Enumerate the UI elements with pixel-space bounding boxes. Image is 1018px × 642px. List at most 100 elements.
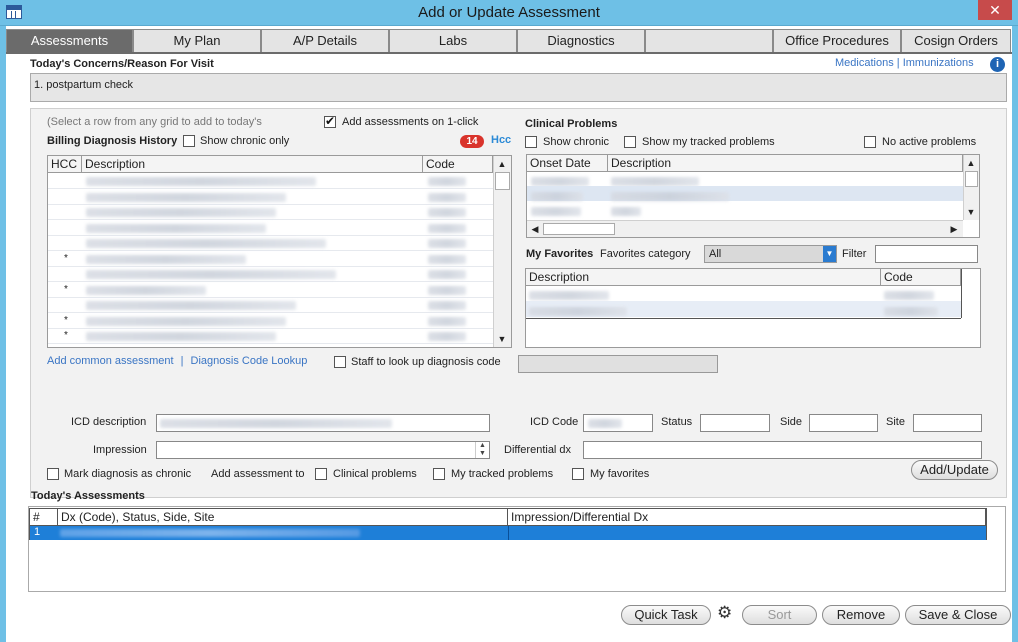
- close-button[interactable]: ✕: [978, 0, 1012, 20]
- impression-spinner-icon[interactable]: ▲ ▼: [475, 442, 489, 458]
- col-description[interactable]: Description: [82, 156, 423, 173]
- tab-ap-details[interactable]: A/P Details: [261, 29, 389, 53]
- immunizations-link[interactable]: Immunizations: [903, 57, 974, 69]
- fav-cell: [529, 307, 627, 316]
- table-row[interactable]: *: [48, 314, 493, 329]
- col-onset-date[interactable]: Onset Date: [527, 155, 608, 172]
- add-common-link[interactable]: Add common assessment: [47, 355, 174, 367]
- icd-desc-input[interactable]: [156, 414, 490, 432]
- side-input[interactable]: [809, 414, 878, 432]
- col-dx[interactable]: Dx (Code), Status, Side, Site: [58, 509, 508, 526]
- site-label: Site: [886, 416, 905, 428]
- col-num[interactable]: #: [30, 509, 58, 526]
- hcc-cell: *: [64, 252, 68, 264]
- status-label: Status: [661, 416, 693, 428]
- dx-lookup-link[interactable]: Diagnosis Code Lookup: [191, 355, 308, 367]
- hcc-link[interactable]: Hcc: [491, 134, 511, 146]
- table-row[interactable]: [48, 174, 493, 189]
- col-fav-description[interactable]: Description: [526, 269, 881, 286]
- side-label: Side: [780, 416, 803, 428]
- no-active-checkbox[interactable]: [864, 136, 876, 148]
- tab-my-plan[interactable]: My Plan: [133, 29, 261, 53]
- clinical-scroll-left-icon[interactable]: ◀: [528, 222, 542, 236]
- tab-assessments[interactable]: Assessments: [6, 29, 133, 53]
- table-row[interactable]: [48, 267, 493, 282]
- info-icon[interactable]: i: [990, 57, 1005, 72]
- show-chronic-checkbox[interactable]: [525, 136, 537, 148]
- favorites-category-select[interactable]: All ▼: [704, 245, 837, 263]
- remove-button[interactable]: Remove: [822, 605, 900, 625]
- mark-chronic-label: Mark diagnosis as chronic: [64, 468, 192, 480]
- tab-diagnostics[interactable]: Diagnostics: [517, 29, 645, 53]
- billing-scrollbar[interactable]: ▲ ▼: [493, 156, 511, 347]
- clinical-problems-checkbox[interactable]: [315, 468, 327, 480]
- scroll-down-icon[interactable]: ▼: [495, 332, 509, 346]
- table-row[interactable]: [48, 205, 493, 220]
- mark-chronic-checkbox[interactable]: [47, 468, 59, 480]
- quick-task-button[interactable]: Quick Task: [621, 605, 711, 625]
- site-input[interactable]: [913, 414, 982, 432]
- table-row[interactable]: [48, 190, 493, 205]
- code-cell: [428, 316, 466, 326]
- clinical-scroll-down-icon[interactable]: ▼: [964, 205, 978, 219]
- clinical-scroll-up-icon[interactable]: ▲: [964, 156, 978, 170]
- save-close-button[interactable]: Save & Close: [905, 605, 1011, 625]
- col-clinical-description[interactable]: Description: [608, 155, 963, 172]
- my-tracked-checkbox[interactable]: [433, 468, 445, 480]
- today-row-selected[interactable]: 1: [30, 526, 986, 540]
- gear-icon[interactable]: ⚙: [717, 603, 732, 623]
- table-row[interactable]: *: [48, 283, 493, 298]
- status-input[interactable]: [700, 414, 770, 432]
- app-icon: [6, 5, 22, 19]
- tab-cosign-orders[interactable]: Cosign Orders: [901, 29, 1011, 53]
- sort-button[interactable]: Sort: [742, 605, 817, 625]
- my-favorites-checkbox[interactable]: [572, 468, 584, 480]
- fav-grid-bottom: [526, 318, 961, 319]
- icd-desc-value: [160, 419, 392, 428]
- table-row[interactable]: [48, 298, 493, 313]
- clinical-h-scrollbar[interactable]: ◀ ▶: [527, 220, 963, 237]
- tab-office-procedures[interactable]: Office Procedures: [773, 29, 901, 53]
- medications-link[interactable]: Medications: [835, 57, 894, 69]
- clinical-scroll-right-icon[interactable]: ▶: [947, 222, 961, 236]
- add-update-button[interactable]: Add/Update: [911, 460, 998, 480]
- description-cell: [86, 177, 316, 186]
- staff-lookup-label: Staff to look up diagnosis code: [351, 356, 501, 368]
- tab-labs[interactable]: Labs: [389, 29, 517, 53]
- table-row[interactable]: [48, 236, 493, 251]
- scroll-up-icon[interactable]: ▲: [495, 157, 509, 171]
- code-cell: [428, 177, 466, 186]
- filter-input[interactable]: [875, 245, 978, 263]
- staff-lookup-field[interactable]: [518, 355, 718, 373]
- concerns-field[interactable]: 1. postpartum check: [30, 73, 1007, 102]
- tab-empty[interactable]: [645, 29, 773, 53]
- table-row[interactable]: *: [48, 252, 493, 267]
- diff-dx-input[interactable]: [583, 441, 982, 459]
- clinical-grid: Onset Date Description ▲ ▼ ◀ ▶: [526, 154, 980, 238]
- today-row-dx: [60, 529, 360, 537]
- icd-code-input[interactable]: [583, 414, 653, 432]
- scroll-thumb[interactable]: [495, 172, 510, 190]
- impression-input[interactable]: ▲ ▼: [156, 441, 490, 459]
- chevron-down-icon[interactable]: ▼: [823, 246, 836, 262]
- col-impression[interactable]: Impression/Differential Dx: [508, 509, 986, 526]
- clinical-h-thumb[interactable]: [543, 223, 615, 235]
- my-favorites-label: My favorites: [590, 468, 650, 480]
- code-cell: [428, 223, 466, 233]
- col-code[interactable]: Code: [423, 156, 493, 173]
- tracked-label: Show my tracked problems: [642, 136, 775, 148]
- clinical-scroll-thumb[interactable]: [965, 171, 978, 187]
- tracked-checkbox[interactable]: [624, 136, 636, 148]
- add-1click-checkbox[interactable]: [324, 114, 336, 128]
- col-hcc[interactable]: HCC: [48, 156, 82, 173]
- dx-links: Add common assessment | Diagnosis Code L…: [47, 355, 307, 367]
- description-cell: [86, 316, 286, 326]
- chronic-only-label: Show chronic only: [200, 135, 290, 147]
- col-fav-code[interactable]: Code: [881, 269, 961, 286]
- staff-lookup-checkbox[interactable]: [334, 356, 346, 368]
- table-row[interactable]: [48, 221, 493, 236]
- clinical-row-highlight[interactable]: [527, 186, 963, 201]
- chronic-only-checkbox[interactable]: [183, 135, 195, 147]
- table-row[interactable]: *: [48, 329, 493, 344]
- clinical-v-scrollbar[interactable]: ▲ ▼: [963, 155, 979, 220]
